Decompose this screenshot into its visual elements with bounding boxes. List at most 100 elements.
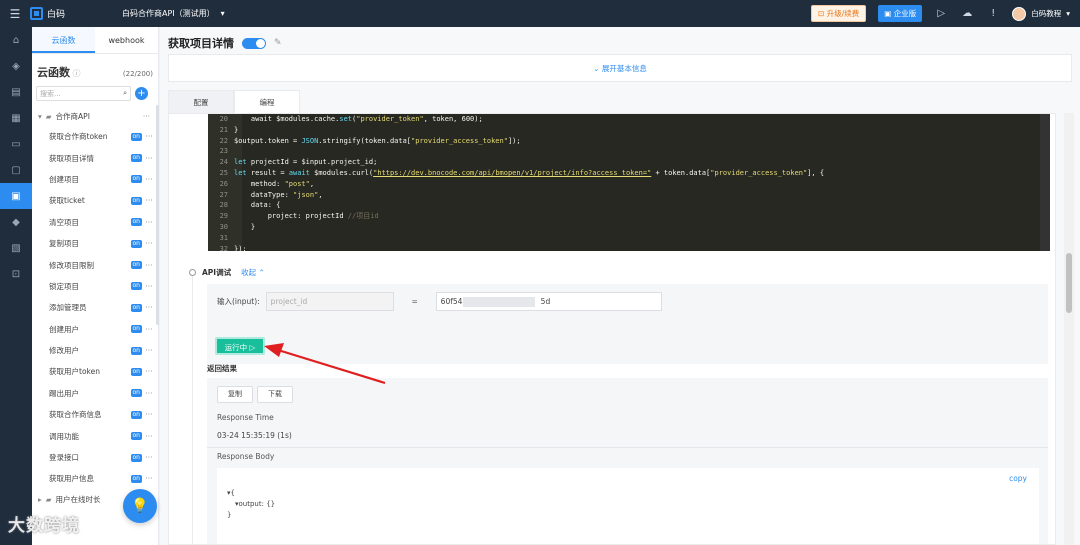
more-icon[interactable]: ··· [142, 453, 156, 462]
code-line: 25 let result = await $modules.curl("http… [208, 168, 825, 179]
app-logo[interactable]: 白码 [30, 7, 122, 20]
home-icon[interactable]: ⌂ [0, 27, 32, 53]
folder-partner-api[interactable]: ▾ ▰ 合作商API ··· [32, 101, 158, 122]
download-button[interactable]: 下载 [257, 386, 293, 403]
enable-toggle[interactable] [242, 37, 266, 49]
settings-icon[interactable]: ▧ [0, 235, 32, 261]
more-icon[interactable]: ··· [142, 367, 156, 376]
function-label: 获取ticket [49, 196, 85, 206]
chevron-down-icon: ▾ [1066, 9, 1070, 18]
sidebar-function-item[interactable]: 获取用户token on ··· [32, 361, 158, 382]
form-icon[interactable]: ▦ [0, 105, 32, 131]
run-button[interactable]: 运行中 ▷ [215, 337, 265, 355]
tab-cloud-functions[interactable]: 云函数 [32, 27, 95, 53]
enterprise-button[interactable]: ▣ 企业版 [878, 5, 923, 22]
status-badge: on [130, 132, 142, 141]
more-icon[interactable]: ··· [142, 432, 156, 441]
param-value-field[interactable]: 60f5480 5d [435, 292, 662, 311]
menu-toggle-icon[interactable]: ☰ [0, 7, 30, 21]
sidebar-function-item[interactable]: 获取合作商token on ··· [32, 126, 158, 147]
box-icon[interactable]: ◆ [0, 209, 32, 235]
user-menu[interactable]: 白码教程 ▾ [1012, 6, 1070, 21]
add-function-button[interactable]: + [135, 87, 148, 100]
search-input[interactable]: 搜索... ⌕ [36, 86, 131, 101]
function-label: 获取合作商token [49, 132, 108, 142]
project-selector[interactable]: 白码合作商API（测试用） ▾ [122, 8, 225, 19]
function-icon[interactable]: ▣ [0, 183, 32, 209]
more-icon[interactable]: ··· [142, 325, 156, 334]
edit-icon[interactable]: ✎ [274, 38, 282, 48]
sidebar-function-item[interactable]: 获取项目详情 on ··· [32, 147, 158, 168]
param-value-suffix: 5d [540, 297, 551, 306]
folder-label: 合作商API [55, 112, 90, 121]
sidebar-function-item[interactable]: 踢出用户 on ··· [32, 383, 158, 404]
more-icon[interactable]: ··· [143, 112, 150, 121]
alert-icon[interactable]: ! [986, 7, 1000, 21]
status-badge: on [130, 154, 142, 163]
code-editor[interactable]: 20 await $modules.cache.set("provider_to… [208, 114, 1050, 253]
line-number: 28 [219, 201, 228, 210]
upgrade-button[interactable]: ⊡ 升级/续费 [811, 5, 867, 22]
sidebar-function-item[interactable]: 获取合作商信息 on ··· [32, 404, 158, 425]
result-section: 复制 下载 Response Time 03-24 15:35:19 (1s) … [207, 378, 1048, 544]
param-name-field[interactable]: project_id [265, 292, 394, 311]
more-icon[interactable]: ··· [142, 303, 156, 312]
code-text: dataType: "json", [234, 190, 323, 199]
sidebar-title: 云函数 [37, 66, 70, 79]
more-icon[interactable]: ··· [142, 282, 156, 291]
more-icon[interactable]: ··· [142, 346, 156, 355]
line-number: 24 [219, 158, 228, 167]
monitor-icon[interactable]: ▢ [0, 157, 32, 183]
code-text: method: "post", [234, 179, 315, 188]
tab-programming[interactable]: 编程 [234, 90, 300, 114]
copy-button[interactable]: 复制 [217, 386, 253, 403]
more-icon[interactable]: ··· [142, 132, 156, 141]
editor-scrollbar[interactable] [1040, 114, 1050, 251]
cloud-icon[interactable]: ☁ [960, 7, 974, 21]
sidebar-function-item[interactable]: 复制项目 on ··· [32, 233, 158, 254]
code-text: let projectId = $input.project_id; [234, 158, 378, 167]
table-icon[interactable]: ▤ [0, 79, 32, 105]
sidebar-function-item[interactable]: 调用功能 on ··· [32, 425, 158, 446]
more-icon[interactable]: ··· [142, 410, 156, 419]
sidebar-function-item[interactable]: 修改项目限制 on ··· [32, 254, 158, 275]
run-label: 运行中 [224, 343, 248, 352]
search-icon[interactable]: ⌕ [123, 89, 127, 98]
watermark-text: 大数跨境 [8, 516, 80, 536]
tab-webhook[interactable]: webhook [95, 27, 158, 53]
collapse-link[interactable]: 收起 ⌃ [241, 267, 265, 278]
help-icon[interactable]: ⓘ [73, 69, 81, 78]
function-label: 登录接口 [49, 453, 79, 463]
lightbulb-icon[interactable]: 💡 [123, 489, 157, 523]
copy-link[interactable]: copy [1009, 474, 1027, 483]
sidebar-function-item[interactable]: 修改用户 on ··· [32, 340, 158, 361]
scroll-thumb[interactable] [1066, 253, 1072, 313]
more-icon[interactable]: ··· [142, 218, 156, 227]
sidebar-function-item[interactable]: 添加管理员 on ··· [32, 297, 158, 318]
sidebar-function-item[interactable]: 登录接口 on ··· [32, 447, 158, 468]
more-icon[interactable]: ··· [142, 389, 156, 398]
sidebar-function-item[interactable]: 创建项目 on ··· [32, 169, 158, 190]
line-number: 27 [219, 190, 228, 199]
tab-config[interactable]: 配置 [168, 90, 234, 114]
scan-icon[interactable]: ⊡ [0, 261, 32, 287]
sidebar-function-item[interactable]: 锁定项目 on ··· [32, 276, 158, 297]
main-scrollbar[interactable] [1064, 113, 1074, 545]
sidebar-function-item[interactable]: 创建用户 on ··· [32, 319, 158, 340]
function-label: 锁定项目 [49, 281, 79, 291]
more-icon[interactable]: ··· [142, 175, 156, 184]
sidebar-scrollbar[interactable] [156, 105, 159, 325]
sidebar-function-item[interactable]: 获取ticket on ··· [32, 190, 158, 211]
cube-icon[interactable]: ◈ [0, 53, 32, 79]
function-label: 复制项目 [49, 239, 79, 249]
sidebar-function-item[interactable]: 获取用户信息 on ··· [32, 468, 158, 489]
image-icon[interactable]: ▭ [0, 131, 32, 157]
expand-basic-info[interactable]: ⌄ 展开基本信息 [168, 54, 1072, 82]
more-icon[interactable]: ··· [142, 261, 156, 270]
play-icon[interactable]: ▷ [934, 7, 948, 21]
more-icon[interactable]: ··· [142, 196, 156, 205]
more-icon[interactable]: ··· [142, 154, 156, 163]
sidebar-function-item[interactable]: 清空项目 on ··· [32, 212, 158, 233]
more-icon[interactable]: ··· [142, 474, 156, 483]
more-icon[interactable]: ··· [142, 239, 156, 248]
